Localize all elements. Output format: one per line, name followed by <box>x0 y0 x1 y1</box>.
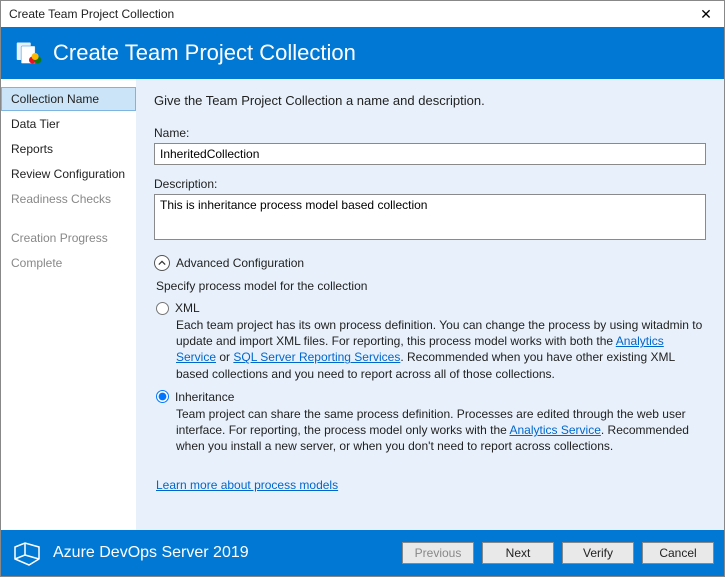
description-label: Description: <box>154 177 706 191</box>
window-title: Create Team Project Collection <box>9 7 174 21</box>
link-analytics-service-inh[interactable]: Analytics Service <box>510 423 601 437</box>
title-bar: Create Team Project Collection ✕ <box>1 1 724 27</box>
main-panel: Give the Team Project Collection a name … <box>136 79 724 530</box>
name-label: Name: <box>154 126 706 140</box>
inheritance-description: Team project can share the same process … <box>176 406 706 455</box>
page-title: Create Team Project Collection <box>53 40 356 66</box>
learn-more-link[interactable]: Learn more about process models <box>156 478 338 492</box>
footer-brand: Azure DevOps Server 2019 <box>53 544 392 562</box>
sidebar-item-complete: Complete <box>1 251 136 275</box>
sidebar-item-data-tier[interactable]: Data Tier <box>1 112 136 136</box>
sidebar-item-label: Complete <box>11 256 62 270</box>
footer-buttons: Previous Next Verify Cancel <box>402 542 714 564</box>
advanced-toggle-label: Advanced Configuration <box>176 256 304 270</box>
chevron-up-icon <box>154 255 170 271</box>
radio-inheritance-label: Inheritance <box>175 390 234 404</box>
description-input[interactable] <box>154 194 706 240</box>
sidebar-item-collection-name[interactable]: Collection Name <box>1 87 136 111</box>
radio-xml[interactable]: XML <box>156 301 706 315</box>
collection-icon <box>15 39 43 67</box>
sidebar-separator <box>1 212 136 226</box>
next-button[interactable]: Next <box>482 542 554 564</box>
cancel-button[interactable]: Cancel <box>642 542 714 564</box>
xml-description: Each team project has its own process de… <box>176 317 706 382</box>
sidebar-item-readiness-checks: Readiness Checks <box>1 187 136 211</box>
radio-xml-input[interactable] <box>156 302 169 315</box>
sidebar-item-label: Reports <box>11 142 53 156</box>
body: Collection Name Data Tier Reports Review… <box>1 79 724 530</box>
header-banner: Create Team Project Collection <box>1 27 724 79</box>
link-sql-reporting-services[interactable]: SQL Server Reporting Services <box>233 350 400 364</box>
sidebar-item-label: Creation Progress <box>11 231 108 245</box>
sidebar-item-label: Data Tier <box>11 117 60 131</box>
radio-inheritance-input[interactable] <box>156 390 169 403</box>
close-icon[interactable]: ✕ <box>696 7 716 21</box>
azure-devops-logo-icon <box>11 537 43 569</box>
footer-bar: Azure DevOps Server 2019 Previous Next V… <box>1 530 724 576</box>
name-input[interactable] <box>154 143 706 165</box>
previous-button[interactable]: Previous <box>402 542 474 564</box>
sidebar-item-reports[interactable]: Reports <box>1 137 136 161</box>
verify-button[interactable]: Verify <box>562 542 634 564</box>
radio-inheritance[interactable]: Inheritance <box>156 390 706 404</box>
sidebar: Collection Name Data Tier Reports Review… <box>1 79 136 530</box>
learn-more-wrap: Learn more about process models <box>156 478 706 492</box>
sidebar-item-review-configuration[interactable]: Review Configuration <box>1 162 136 186</box>
instruction-text: Give the Team Project Collection a name … <box>154 93 706 108</box>
sidebar-item-label: Readiness Checks <box>11 192 111 206</box>
sidebar-item-creation-progress: Creation Progress <box>1 226 136 250</box>
sidebar-item-label: Review Configuration <box>11 167 125 181</box>
sidebar-item-label: Collection Name <box>11 92 99 106</box>
process-model-subhead: Specify process model for the collection <box>156 279 706 293</box>
advanced-toggle[interactable]: Advanced Configuration <box>154 255 706 271</box>
radio-xml-label: XML <box>175 301 200 315</box>
